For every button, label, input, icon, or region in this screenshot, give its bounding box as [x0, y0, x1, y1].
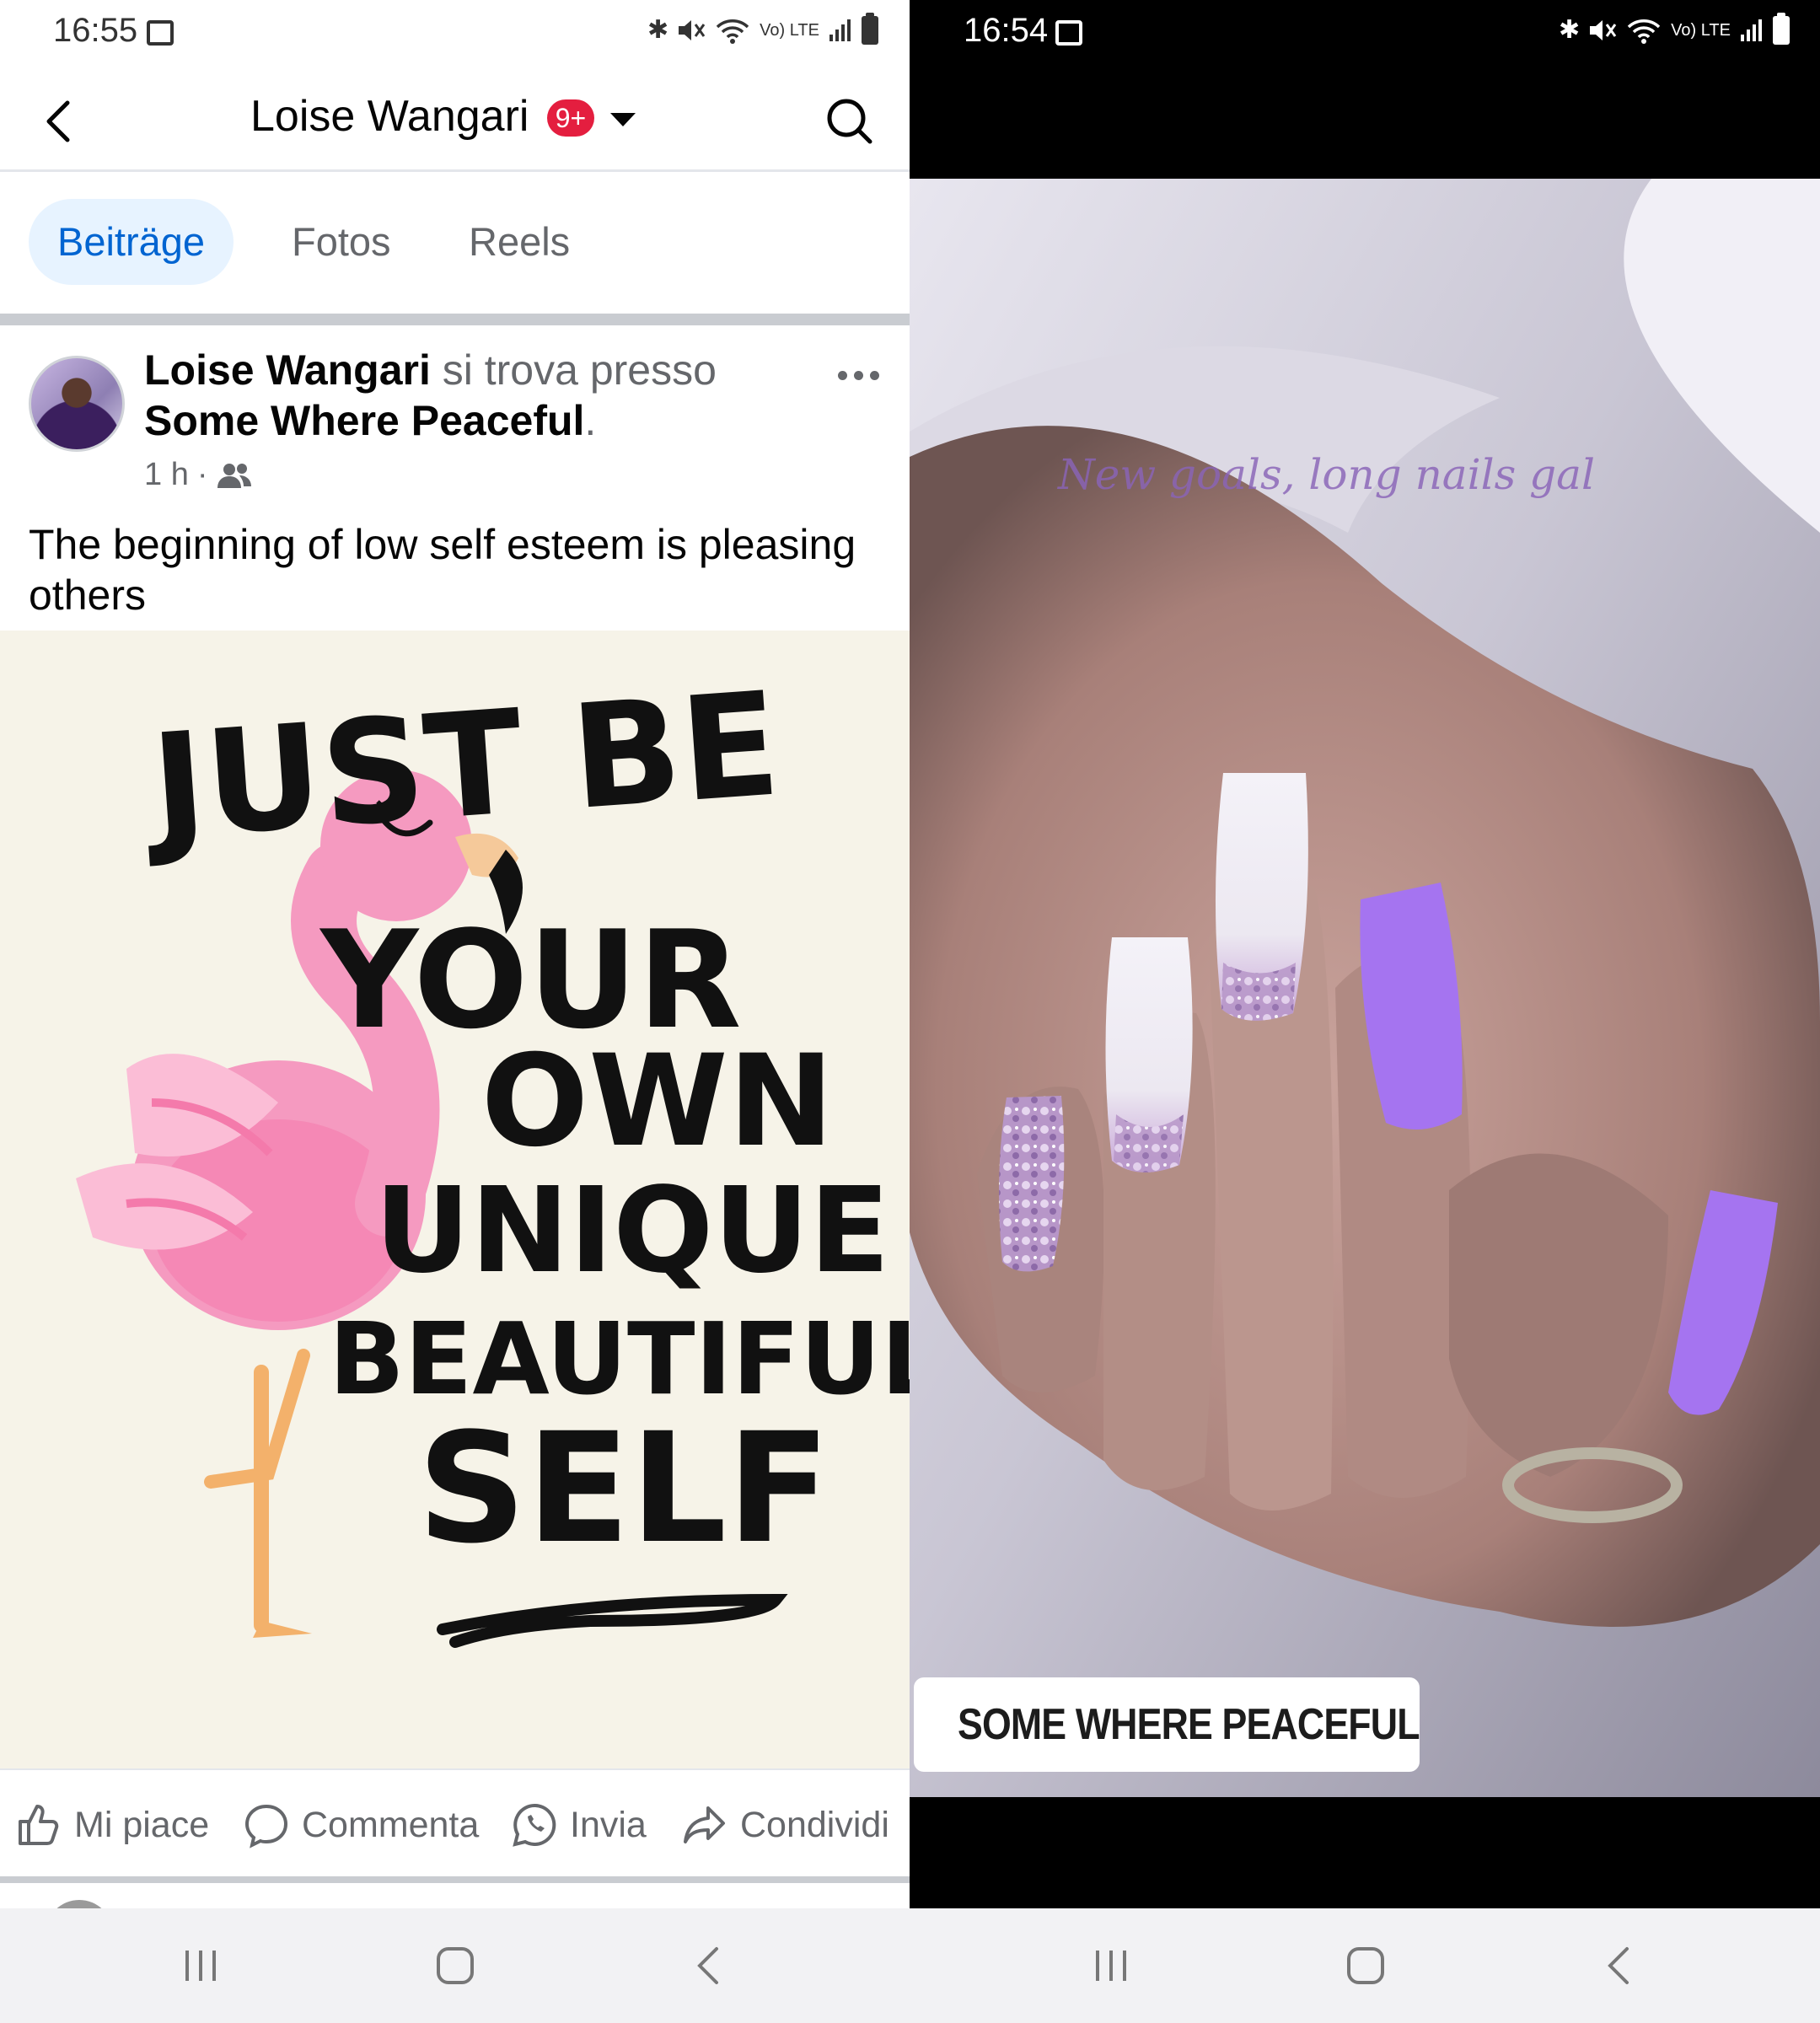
status-bar: 16:54 ✱ Vo) LTE — [910, 0, 1820, 66]
comment-icon — [244, 1804, 288, 1849]
quote-line-5: BEAUTIFUL — [329, 1301, 910, 1417]
post-place-line: Some Where Peaceful. — [144, 396, 596, 445]
story-caption: New goals, long nails gal — [1058, 450, 1595, 499]
volte-indicator: Vo) LTE — [1671, 20, 1731, 40]
notification-badge: 9+ — [547, 99, 594, 137]
quote-line-4: UNIQUE — [374, 1162, 889, 1300]
author-avatar[interactable] — [29, 356, 125, 452]
status-icons: ✱ Vo) LTE — [1559, 12, 1790, 45]
glitter-nail — [999, 1096, 1065, 1272]
whatsapp-icon — [513, 1803, 556, 1847]
post-image[interactable]: JUST BE YOUR OWN UNIQUE BEAUTIFUL SELF — [0, 631, 910, 1768]
post-meta: 1 h · — [144, 457, 253, 493]
tab-reels[interactable]: Reels — [440, 199, 599, 285]
quote-line-1: JUST BE — [138, 661, 785, 872]
bluetooth-icon: ✱ — [1559, 16, 1581, 44]
like-label: Mi piace — [74, 1804, 210, 1845]
profile-tabs: Beiträge Fotos Reels — [0, 172, 910, 314]
underline-swoosh — [437, 1593, 788, 1648]
back-icon[interactable] — [1595, 1940, 1646, 1991]
friends-icon[interactable] — [216, 461, 253, 490]
post-actions-bar: Mi piace Commenta Invia Condividi — [0, 1768, 910, 1878]
next-post-avatar[interactable] — [46, 1900, 113, 1908]
comment-label: Commenta — [302, 1804, 480, 1845]
thumbs-up-icon — [19, 1805, 59, 1845]
share-icon — [684, 1806, 725, 1843]
post-place-name[interactable]: Some Where Peaceful — [144, 397, 584, 444]
post-text: The beginning of low self esteem is plea… — [29, 521, 856, 619]
volte-indicator: Vo) LTE — [760, 20, 819, 40]
share-label: Condividi — [740, 1804, 889, 1845]
quote-line-3: OWN — [481, 1028, 835, 1175]
more-options-icon[interactable] — [838, 371, 879, 380]
post-header: Loise Wangari si trova presso Some Where… — [0, 325, 910, 494]
gallery-notification-icon — [147, 20, 174, 46]
system-nav-bar — [0, 1908, 1820, 2023]
recent-apps-icon[interactable] — [175, 1940, 226, 1991]
battery-icon — [1772, 12, 1790, 45]
send-button[interactable]: Invia — [511, 1795, 647, 1854]
share-button[interactable]: Condividi — [681, 1795, 889, 1854]
recent-apps-icon[interactable] — [1086, 1940, 1136, 1991]
place-suffix: . — [584, 397, 597, 444]
tab-posts[interactable]: Beiträge — [29, 199, 234, 285]
wifi-icon — [1627, 19, 1661, 44]
quote-line-6: SELF — [417, 1401, 830, 1577]
tab-photos[interactable]: Fotos — [263, 199, 420, 285]
battery-icon — [861, 12, 878, 45]
status-bar: 16:55 ✱ Vo) LTE — [0, 0, 910, 66]
checkin-text: si trova presso — [430, 346, 717, 394]
post-author-name[interactable]: Loise Wangari — [144, 346, 431, 394]
facebook-profile-pane: 16:55 ✱ Vo) LTE Loise Wangari 9+ Beiträg… — [0, 0, 910, 1908]
app-header: Loise Wangari 9+ — [0, 66, 910, 172]
signal-icon — [1740, 19, 1762, 41]
signal-icon — [829, 19, 851, 41]
manicure-photo — [910, 179, 1820, 1797]
post-divider — [0, 1876, 910, 1883]
location-sticker[interactable]: SOME WHERE PEACEFUL — [914, 1677, 1420, 1772]
status-time: 16:55 — [53, 12, 138, 49]
profile-title[interactable]: Loise Wangari — [250, 91, 529, 142]
home-icon[interactable] — [430, 1940, 481, 1991]
like-button[interactable]: Mi piace — [15, 1795, 209, 1854]
wifi-icon — [716, 19, 749, 44]
send-label: Invia — [570, 1804, 647, 1845]
bluetooth-icon: ✱ — [647, 16, 669, 44]
back-icon[interactable] — [685, 1940, 735, 1991]
comment-button[interactable]: Commenta — [243, 1795, 479, 1854]
section-divider — [0, 314, 910, 325]
status-icons: ✱ Vo) LTE — [647, 12, 878, 45]
story-photo[interactable]: New goals, long nails gal — [910, 179, 1820, 1797]
gallery-notification-icon — [1055, 20, 1082, 46]
mute-icon — [1590, 19, 1617, 40]
mute-icon — [679, 19, 706, 40]
status-time: 16:54 — [964, 12, 1049, 49]
post-time[interactable]: 1 h — [144, 457, 189, 493]
flamingo-foot — [253, 1621, 312, 1638]
post-author-line: Loise Wangari si trova presso — [144, 346, 717, 394]
location-label: SOME WHERE PEACEFUL — [958, 1700, 1420, 1749]
search-icon[interactable] — [824, 96, 873, 145]
story-viewer-pane: 16:54 ✱ Vo) LTE New goals, long nails ga… — [910, 0, 1820, 1908]
back-arrow-icon[interactable] — [39, 96, 81, 147]
home-icon[interactable] — [1340, 1940, 1391, 1991]
caret-down-icon[interactable] — [610, 113, 636, 126]
meta-separator: · — [196, 457, 208, 492]
flamingo-quote-illustration: JUST BE YOUR OWN UNIQUE BEAUTIFUL SELF — [76, 661, 910, 1648]
